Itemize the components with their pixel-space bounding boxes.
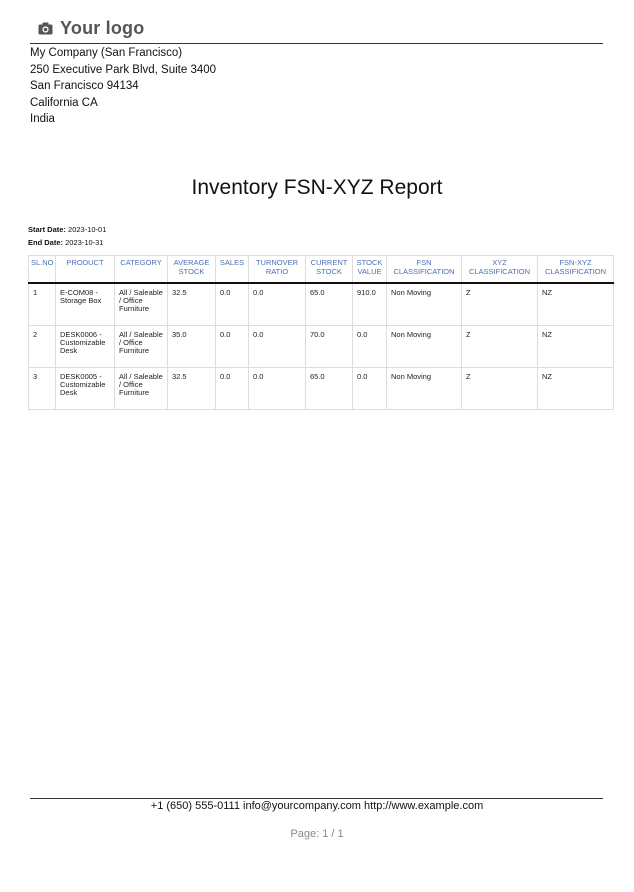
logo: Your logo: [30, 14, 603, 42]
cell-fsn-xyz-classification: NZ: [537, 367, 614, 410]
table-row: 3 DESK0005 - Customizable Desk All / Sal…: [28, 367, 614, 410]
col-header-turnover-ratio: TURNOVER RATIO: [248, 255, 306, 284]
cell-xyz-classification: Z: [461, 282, 538, 326]
address-state: California CA: [30, 96, 98, 109]
cell-sales: 0.0: [215, 325, 249, 368]
address-country: India: [30, 113, 55, 126]
table-row: 1 E-COM08 - Storage Box All / Saleable /…: [28, 282, 614, 326]
header-divider: [30, 43, 603, 44]
company-name: My Company (San Francisco): [30, 47, 183, 59]
cell-slno: 3: [28, 367, 56, 410]
report-header: Your logo My Company (San Francisco) 250…: [30, 14, 603, 128]
footer-divider: [30, 798, 603, 799]
camera-icon: [38, 22, 53, 34]
table-body: 1 E-COM08 - Storage Box All / Saleable /…: [28, 282, 614, 410]
col-header-xyz-classification: XYZ CLASSIFICATION: [461, 255, 538, 284]
cell-turnover-ratio: 0.0: [248, 367, 306, 410]
cell-fsn-classification: Non Moving: [386, 325, 462, 368]
cell-product: DESK0005 - Customizable Desk: [55, 367, 115, 410]
col-header-product: PRODUCT: [55, 255, 115, 284]
end-date-value: 2023-10-31: [65, 238, 104, 247]
cell-fsn-classification: Non Moving: [386, 367, 462, 410]
footer-contact: +1 (650) 555-0111 info@yourcompany.com h…: [150, 800, 484, 812]
col-header-average-stock: AVERAGE STOCK: [167, 255, 216, 284]
cell-slno: 2: [28, 325, 56, 368]
cell-category: All / Saleable / Office Furniture: [114, 325, 168, 368]
cell-average-stock: 35.0: [167, 325, 216, 368]
col-header-sales: SALES: [215, 255, 249, 284]
cell-turnover-ratio: 0.0: [248, 282, 306, 326]
cell-current-stock: 65.0: [305, 367, 353, 410]
cell-fsn-xyz-classification: NZ: [537, 325, 614, 368]
start-date-label: Start Date:: [28, 225, 66, 234]
logo-text: Your logo: [60, 17, 145, 38]
cell-xyz-classification: Z: [461, 367, 538, 410]
cell-current-stock: 70.0: [305, 325, 353, 368]
col-header-category: CATEGORY: [114, 255, 168, 284]
cell-turnover-ratio: 0.0: [248, 325, 306, 368]
cell-sales: 0.0: [215, 282, 249, 326]
page-number: Page: 1 / 1: [290, 828, 344, 840]
company-address: My Company (San Francisco) 250 Executive…: [30, 45, 603, 128]
cell-stock-value: 0.0: [352, 325, 387, 368]
cell-current-stock: 65.0: [305, 282, 353, 326]
start-date-value: 2023-10-01: [68, 225, 107, 234]
cell-stock-value: 0.0: [352, 367, 387, 410]
cell-slno: 1: [28, 282, 56, 326]
col-header-fsn-xyz-classification: FSN-XYZ CLASSIFICATION: [537, 255, 614, 284]
end-date-label: End Date:: [28, 238, 64, 247]
report-title: Inventory FSN-XYZ Report: [191, 176, 443, 199]
cell-average-stock: 32.5: [167, 367, 216, 410]
col-header-fsn-classification: FSN CLASSIFICATION: [386, 255, 462, 284]
cell-sales: 0.0: [215, 367, 249, 410]
start-date-line: Start Date: 2023-10-01: [28, 223, 106, 236]
cell-fsn-xyz-classification: NZ: [537, 282, 614, 326]
cell-average-stock: 32.5: [167, 282, 216, 326]
col-header-stock-value: STOCK VALUE: [352, 255, 387, 284]
cell-category: All / Saleable / Office Furniture: [114, 282, 168, 326]
table-header: Sl.no PRODUCT CATEGORY AVERAGE STOCK SAL…: [28, 255, 614, 284]
cell-xyz-classification: Z: [461, 325, 538, 368]
address-street: 250 Executive Park Blvd, Suite 3400: [30, 63, 217, 76]
cell-product: DESK0006 - Customizable Desk: [55, 325, 115, 368]
col-header-current-stock: CURRENT STOCK: [305, 255, 353, 284]
report-dates: Start Date: 2023-10-01 End Date: 2023-10…: [28, 223, 106, 249]
table-row: 2 DESK0006 - Customizable Desk All / Sal…: [28, 325, 614, 368]
inventory-table: Sl.no PRODUCT CATEGORY AVERAGE STOCK SAL…: [28, 255, 614, 410]
cell-fsn-classification: Non Moving: [386, 282, 462, 326]
col-header-slno: Sl.no: [28, 255, 56, 284]
cell-product: E-COM08 - Storage Box: [55, 282, 115, 326]
cell-stock-value: 910.0: [352, 282, 387, 326]
cell-category: All / Saleable / Office Furniture: [114, 367, 168, 410]
header-row: Sl.no PRODUCT CATEGORY AVERAGE STOCK SAL…: [28, 255, 614, 284]
address-city: San Francisco 94134: [30, 80, 139, 93]
end-date-line: End Date: 2023-10-31: [28, 236, 106, 249]
